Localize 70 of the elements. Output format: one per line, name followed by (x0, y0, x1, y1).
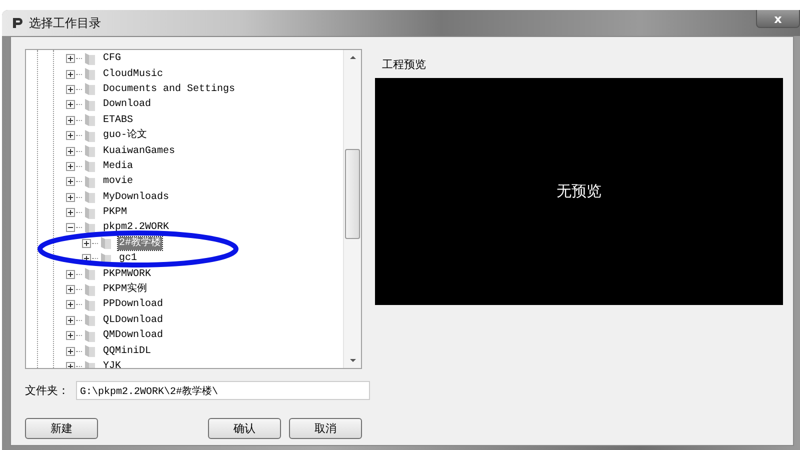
dialog-button[interactable]: 新建 (25, 418, 98, 439)
expand-icon[interactable] (66, 84, 75, 94)
folder-icon (84, 282, 96, 297)
preview-label: 工程预览 (382, 57, 427, 72)
folder-item[interactable]: PKPM (102, 206, 128, 220)
folder-icon (84, 267, 96, 282)
expand-icon[interactable] (66, 162, 75, 171)
folder-icon (84, 328, 96, 343)
dialog-button[interactable]: 确认 (208, 418, 281, 439)
folder-item[interactable]: CloudMusic (102, 68, 164, 81)
scroll-thumb[interactable] (345, 149, 360, 239)
folder-item[interactable]: CFG (102, 52, 122, 66)
folder-item[interactable]: movie (102, 175, 134, 188)
no-preview-text: 无预览 (556, 182, 602, 201)
folder-item[interactable]: QQMiniDL (102, 344, 152, 358)
expand-icon[interactable] (66, 131, 75, 140)
folder-item[interactable]: Media (102, 160, 134, 173)
dialog-button[interactable]: 取消 (289, 418, 362, 439)
collapse-icon[interactable] (66, 223, 75, 232)
folder-icon (84, 313, 96, 328)
expand-icon[interactable] (66, 300, 75, 310)
close-button[interactable]: x (756, 10, 800, 28)
folder-icon (84, 128, 96, 143)
expand-icon[interactable] (66, 316, 75, 325)
expand-icon[interactable] (66, 70, 75, 79)
folder-item[interactable]: pkpm2.2WORK (102, 221, 170, 234)
folder-icon (84, 298, 96, 312)
window-title: 选择工作目录 (29, 14, 101, 32)
folder-item[interactable]: gc1 (118, 252, 138, 266)
folder-icon (84, 190, 96, 204)
folder-item[interactable]: PKPM实例 (102, 283, 148, 296)
expand-icon[interactable] (66, 346, 75, 356)
folder-item[interactable]: guo-论文 (102, 129, 148, 142)
folder-item[interactable]: KuaiwanGames (102, 144, 176, 158)
expand-icon[interactable] (82, 238, 91, 248)
folder-item[interactable]: Download (102, 98, 152, 112)
folder-item[interactable]: 2#教学楼 (118, 236, 162, 250)
folder-icon (84, 159, 96, 174)
folder-icon (84, 82, 96, 96)
expand-icon[interactable] (66, 192, 75, 202)
expand-icon[interactable] (66, 54, 75, 64)
expand-icon[interactable] (66, 285, 75, 294)
folder-icon (100, 236, 112, 250)
folder-icon (84, 220, 96, 235)
folder-icon (84, 113, 96, 128)
folder-icon (84, 67, 96, 82)
folder-item[interactable]: ETABS (102, 114, 134, 127)
folder-icon (84, 144, 96, 158)
folder-item[interactable]: PPDownload (102, 298, 164, 312)
folder-icon (84, 98, 96, 112)
folder-item[interactable]: MyDownloads (102, 190, 170, 204)
folder-icon (84, 174, 96, 189)
expand-icon[interactable] (66, 116, 75, 125)
folder-path-field[interactable]: G:\pkpm2.2WORK\2#教学楼\ (76, 381, 370, 400)
folder-item[interactable]: PKPMWORK (102, 268, 152, 281)
app-logo-icon (12, 17, 24, 29)
expand-icon[interactable] (66, 208, 75, 218)
expand-icon[interactable] (66, 331, 75, 340)
folder-item[interactable]: QLDownload (102, 314, 164, 327)
expand-icon[interactable] (66, 177, 75, 186)
folder-item[interactable]: YJK (102, 360, 122, 368)
expand-icon[interactable] (66, 270, 75, 279)
folder-item[interactable]: QMDownload (102, 329, 164, 342)
expand-icon[interactable] (66, 100, 75, 110)
folder-icon (84, 52, 96, 66)
scrollbar[interactable] (343, 50, 361, 368)
expand-icon[interactable] (66, 146, 75, 156)
folder-icon (84, 206, 96, 220)
folder-item[interactable]: Documents and Settings (102, 82, 236, 96)
folder-label: 文件夹： (25, 383, 70, 398)
